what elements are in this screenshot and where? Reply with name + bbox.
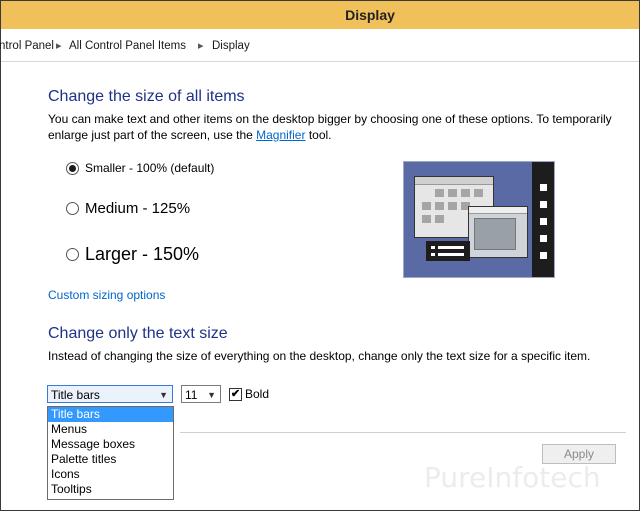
watermark: PureInfotech bbox=[424, 461, 601, 494]
radio-medium[interactable]: Medium - 125% bbox=[66, 200, 190, 217]
dropdown-option[interactable]: Message boxes bbox=[48, 437, 173, 452]
breadcrumb-chevron-icon[interactable]: ▸ bbox=[56, 39, 62, 52]
text-section-heading: Change only the text size bbox=[48, 325, 228, 342]
radio-smaller[interactable]: Smaller - 100% (default) bbox=[66, 161, 214, 175]
description-text: enlarge just part of the screen, use the bbox=[48, 128, 257, 142]
description-line-2: enlarge just part of the screen, use the… bbox=[48, 127, 628, 143]
preview-taskbar bbox=[532, 162, 554, 277]
dropdown-option[interactable]: Palette titles bbox=[48, 452, 173, 467]
dropdown-option[interactable]: Menus bbox=[48, 422, 173, 437]
divider bbox=[180, 432, 626, 433]
breadcrumb-display[interactable]: Display bbox=[212, 40, 250, 52]
dropdown-option[interactable]: Tooltips bbox=[48, 482, 173, 497]
bold-label[interactable]: Bold bbox=[245, 387, 269, 401]
chevron-down-icon[interactable]: ▼ bbox=[159, 386, 168, 404]
breadcrumb: ntrol Panel ▸ All Control Panel Items ▸ … bbox=[0, 29, 639, 62]
radio-smaller-label: Smaller - 100% (default) bbox=[85, 161, 215, 175]
magnifier-link[interactable]: Magnifier bbox=[256, 128, 305, 142]
preview-window-icon bbox=[468, 206, 528, 258]
radio-button-icon[interactable] bbox=[66, 202, 79, 215]
font-size-value: 11 bbox=[185, 388, 198, 402]
title-bar[interactable]: Display bbox=[1, 1, 639, 29]
breadcrumb-control-panel[interactable]: ntrol Panel bbox=[0, 40, 54, 52]
dropdown-option[interactable]: Icons bbox=[48, 467, 173, 482]
breadcrumb-all-items[interactable]: All Control Panel Items bbox=[69, 40, 186, 52]
item-select-value: Title bars bbox=[51, 388, 100, 402]
display-preview-illustration bbox=[403, 161, 555, 278]
font-size-select[interactable]: 11 ▼ bbox=[181, 385, 221, 403]
text-section-description: Instead of changing the size of everythi… bbox=[48, 349, 591, 363]
description-line-1: You can make text and other items on the… bbox=[48, 112, 612, 126]
item-dropdown-list[interactable]: Title bars Menus Message boxes Palette t… bbox=[47, 406, 174, 500]
scale-section-description: You can make text and other items on the… bbox=[48, 111, 628, 143]
radio-larger[interactable]: Larger - 150% bbox=[66, 244, 199, 265]
radio-button-icon[interactable] bbox=[66, 248, 79, 261]
window-title: Display bbox=[345, 7, 395, 23]
breadcrumb-chevron-icon[interactable]: ▸ bbox=[198, 39, 204, 52]
chevron-down-icon[interactable]: ▼ bbox=[207, 386, 216, 404]
description-text: tool. bbox=[305, 128, 332, 142]
radio-medium-label: Medium - 125% bbox=[85, 200, 191, 217]
radio-larger-label: Larger - 150% bbox=[85, 244, 200, 264]
bold-checkbox[interactable]: ✔ bbox=[229, 388, 242, 401]
preview-notification-icon bbox=[426, 241, 470, 261]
scale-section-heading: Change the size of all items bbox=[48, 88, 245, 105]
dropdown-option[interactable]: Title bars bbox=[48, 407, 173, 422]
radio-button-icon[interactable] bbox=[66, 161, 79, 175]
item-select[interactable]: Title bars ▼ bbox=[47, 385, 173, 403]
custom-sizing-link[interactable]: Custom sizing options bbox=[48, 288, 165, 302]
